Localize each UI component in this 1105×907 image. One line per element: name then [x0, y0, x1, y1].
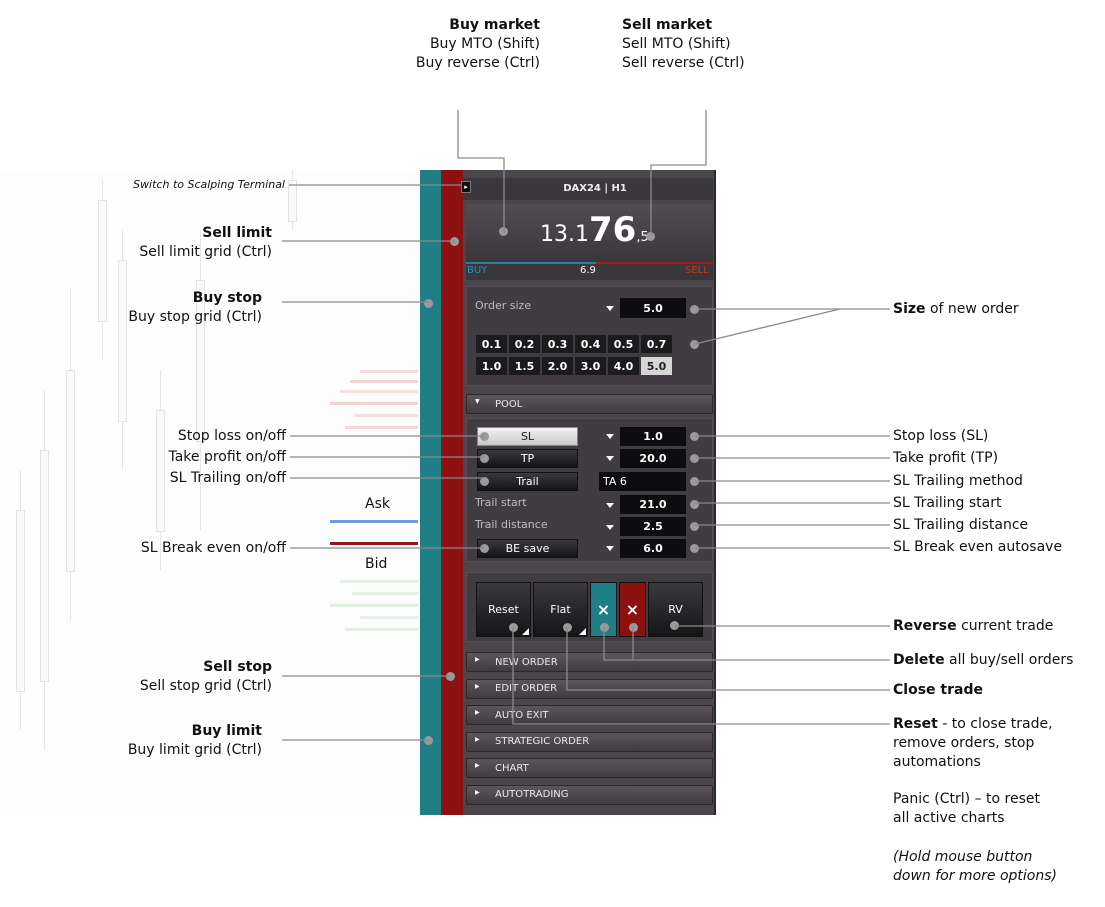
- buy-market-title: Buy market: [449, 17, 540, 33]
- sell-market-annotation: Sell market Sell MTO (Shift) Sell revers…: [622, 16, 792, 73]
- sell-stop-title: Sell stop: [203, 659, 272, 675]
- close-trade-annotation: Close trade: [893, 681, 1103, 700]
- reset-annotation: Reset - to close trade, remove orders, s…: [893, 715, 1103, 772]
- hold-line2: down for more options): [893, 868, 1057, 884]
- buy-stop-line2: Buy stop grid (Ctrl): [128, 309, 262, 325]
- buy-limit-annotation: Buy limit Buy limit grid (Ctrl): [60, 722, 262, 760]
- trail-method-annotation: SL Trailing method: [893, 473, 1023, 489]
- sell-market-line3: Sell reverse (Ctrl): [622, 55, 745, 71]
- tp-annotation: Take profit (TP): [893, 450, 999, 466]
- size-annotation-rest: of new order: [925, 301, 1019, 317]
- delete-annotation: Delete all buy/sell orders: [893, 651, 1103, 670]
- trail-start-annotation: SL Trailing start: [893, 495, 1002, 511]
- sl-annotation: Stop loss (SL): [893, 428, 989, 444]
- size-annotation-bold: Size: [893, 301, 926, 317]
- trail-onoff-annotation: SL Trailing on/off: [169, 470, 286, 486]
- sl-onoff-annotation: Stop loss on/off: [177, 428, 286, 444]
- reverse-annotation-bold: Reverse: [893, 618, 957, 634]
- be-onoff-annotation: SL Break even on/off: [140, 540, 286, 556]
- reset-annotation-bold: Reset: [893, 716, 938, 732]
- sell-limit-annotation: Sell limit Sell limit grid (Ctrl): [60, 224, 272, 262]
- switch-terminal-annotation: Switch to Scalping Terminal: [133, 178, 285, 191]
- sell-stop-annotation: Sell stop Sell stop grid (Ctrl): [60, 658, 272, 696]
- buy-stop-annotation: Buy stop Buy stop grid (Ctrl): [60, 289, 262, 327]
- hold-line1: (Hold mouse button: [893, 849, 1033, 865]
- delete-annotation-rest: all buy/sell orders: [944, 652, 1074, 668]
- be-annotation: SL Break even autosave: [893, 539, 1063, 555]
- trail-distance-annotation: SL Trailing distance: [893, 517, 1029, 533]
- buy-limit-title: Buy limit: [191, 723, 262, 739]
- reset-annotation-line3: automations: [893, 754, 981, 770]
- reset-annotation-rest: - to close trade,: [937, 716, 1053, 732]
- reverse-annotation-rest: current trade: [956, 618, 1054, 634]
- sell-limit-line2: Sell limit grid (Ctrl): [139, 244, 272, 260]
- hold-annotation: (Hold mouse button down for more options…: [893, 848, 1103, 886]
- size-annotation: Size of new order: [893, 300, 1098, 319]
- reset-annotation-line2: remove orders, stop: [893, 735, 1035, 751]
- buy-market-annotation: Buy market Buy MTO (Shift) Buy reverse (…: [380, 16, 540, 73]
- sell-market-title: Sell market: [622, 17, 713, 33]
- tp-onoff-annotation: Take profit on/off: [168, 449, 286, 465]
- buy-market-line2: Buy MTO (Shift): [429, 36, 540, 52]
- buy-market-line3: Buy reverse (Ctrl): [415, 55, 540, 71]
- reverse-annotation: Reverse current trade: [893, 617, 1103, 636]
- buy-limit-line2: Buy limit grid (Ctrl): [127, 742, 262, 758]
- delete-annotation-bold: Delete: [893, 652, 945, 668]
- panic-line2: all active charts: [893, 810, 1005, 826]
- sell-stop-line2: Sell stop grid (Ctrl): [139, 678, 272, 694]
- panic-line1: Panic (Ctrl) – to reset: [893, 791, 1040, 807]
- sell-limit-title: Sell limit: [202, 225, 272, 241]
- sell-market-line2: Sell MTO (Shift): [622, 36, 731, 52]
- close-trade-bold: Close trade: [893, 682, 983, 698]
- buy-stop-title: Buy stop: [192, 290, 262, 306]
- panic-annotation: Panic (Ctrl) – to reset all active chart…: [893, 790, 1103, 828]
